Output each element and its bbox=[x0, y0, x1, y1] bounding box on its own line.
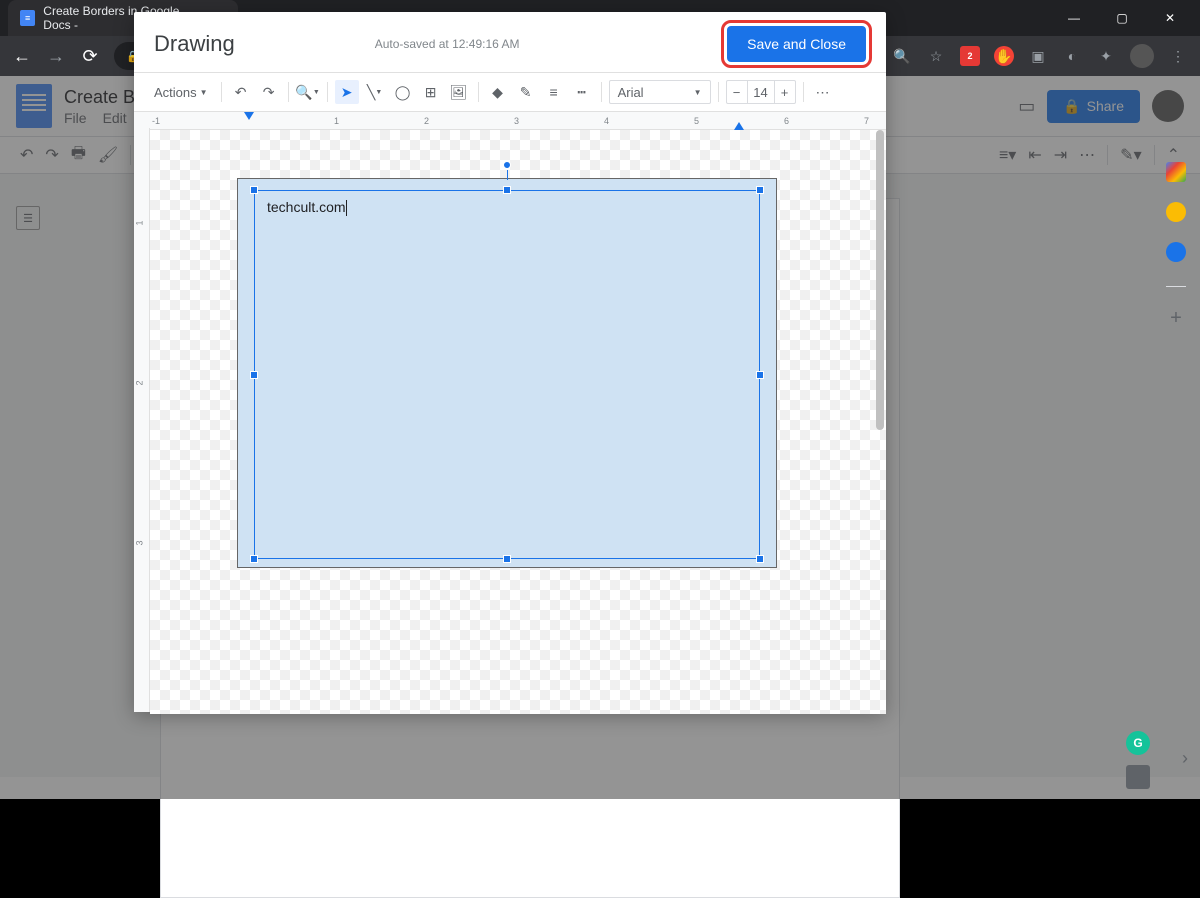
side-panel: + bbox=[1152, 154, 1200, 330]
autosave-status: Auto-saved at 12:49:16 AM bbox=[375, 37, 520, 51]
star-icon[interactable]: ☆ bbox=[926, 46, 946, 66]
resize-handle-n[interactable] bbox=[503, 186, 511, 194]
resize-handle-sw[interactable] bbox=[250, 555, 258, 563]
search-icon[interactable]: 🔍 bbox=[892, 46, 912, 66]
forward-button[interactable]: → bbox=[46, 46, 66, 67]
resize-handle-e[interactable] bbox=[756, 371, 764, 379]
fill-color-icon[interactable]: ◆ bbox=[486, 80, 510, 104]
textbox-tool-icon[interactable]: ⊞ bbox=[419, 80, 443, 104]
border-dash-icon[interactable]: ┅ bbox=[570, 80, 594, 104]
dialog-title: Drawing bbox=[154, 31, 235, 57]
save-and-close-button[interactable]: Save and Close bbox=[727, 26, 866, 62]
extension-icon-adblock[interactable]: ✋ bbox=[994, 46, 1014, 66]
vertical-ruler[interactable]: 1 2 3 bbox=[134, 128, 150, 712]
resize-handle-nw[interactable] bbox=[250, 186, 258, 194]
profile-avatar[interactable] bbox=[1130, 44, 1154, 68]
text-cursor bbox=[346, 200, 347, 216]
resize-handle-w[interactable] bbox=[250, 371, 258, 379]
extensions-menu-icon[interactable]: ✦ bbox=[1096, 46, 1116, 66]
tasks-icon[interactable] bbox=[1166, 242, 1186, 262]
calendar-icon[interactable] bbox=[1166, 162, 1186, 182]
canvas-scrollbar[interactable] bbox=[876, 130, 884, 714]
selection-box: techcult.com bbox=[254, 190, 760, 559]
maximize-button[interactable]: ▢ bbox=[1100, 3, 1144, 33]
keep-icon[interactable] bbox=[1166, 202, 1186, 222]
font-select[interactable]: Arial▼ bbox=[609, 80, 711, 104]
rotate-handle[interactable] bbox=[503, 161, 511, 169]
explore-button[interactable] bbox=[1126, 765, 1150, 789]
resize-handle-ne[interactable] bbox=[756, 186, 764, 194]
zoom-icon[interactable]: 🔍▼ bbox=[296, 80, 320, 104]
extension-badge[interactable]: 2 bbox=[960, 46, 980, 66]
drawing-toolbar: Actions▼ ↶ ↷ 🔍▼ ➤ ╲▼ ◯ ⊞ 🖼 ◆ ✎ ≡ ┅ Arial… bbox=[134, 72, 886, 112]
increase-fontsize[interactable]: + bbox=[775, 85, 795, 100]
image-tool-icon[interactable]: 🖼 bbox=[447, 80, 471, 104]
minimize-button[interactable]: — bbox=[1052, 3, 1096, 33]
more-tools-icon[interactable]: ⋯ bbox=[811, 80, 835, 104]
grammarly-icon[interactable]: G bbox=[1126, 731, 1150, 755]
redo-icon[interactable]: ↷ bbox=[257, 80, 281, 104]
line-tool-icon[interactable]: ╲▼ bbox=[363, 80, 387, 104]
drawing-dialog: Drawing Auto-saved at 12:49:16 AM Save a… bbox=[134, 12, 886, 712]
border-weight-icon[interactable]: ≡ bbox=[542, 80, 566, 104]
border-color-icon[interactable]: ✎ bbox=[514, 80, 538, 104]
resize-handle-se[interactable] bbox=[756, 555, 764, 563]
select-tool-icon[interactable]: ➤ bbox=[335, 80, 359, 104]
extension-icon[interactable]: ◐ bbox=[1062, 46, 1082, 66]
add-addon-icon[interactable]: + bbox=[1170, 307, 1182, 330]
actions-menu[interactable]: Actions▼ bbox=[148, 81, 214, 104]
decrease-fontsize[interactable]: − bbox=[727, 85, 747, 100]
drawing-canvas[interactable]: techcult.com bbox=[150, 130, 886, 714]
fontsize-value[interactable]: 14 bbox=[747, 81, 775, 103]
resize-handle-s[interactable] bbox=[503, 555, 511, 563]
close-window-button[interactable]: ✕ bbox=[1148, 3, 1192, 33]
reload-button[interactable]: ⟳ bbox=[80, 46, 100, 67]
undo-icon[interactable]: ↶ bbox=[229, 80, 253, 104]
shape-text-content[interactable]: techcult.com bbox=[255, 191, 759, 224]
horizontal-ruler[interactable]: -1 1 2 3 4 5 6 7 bbox=[134, 112, 886, 130]
shape-tool-icon[interactable]: ◯ bbox=[391, 80, 415, 104]
scrollbar-thumb[interactable] bbox=[876, 130, 884, 430]
drawn-rectangle[interactable]: techcult.com bbox=[237, 178, 777, 568]
collapse-sidepanel-icon[interactable]: › bbox=[1182, 748, 1188, 769]
back-button[interactable]: ← bbox=[12, 46, 32, 67]
pip-icon[interactable]: ▣ bbox=[1028, 46, 1048, 66]
browser-menu-icon[interactable]: ⋮ bbox=[1168, 46, 1188, 66]
google-docs-favicon: ≡ bbox=[20, 10, 35, 26]
font-size-control: − 14 + bbox=[726, 80, 796, 104]
